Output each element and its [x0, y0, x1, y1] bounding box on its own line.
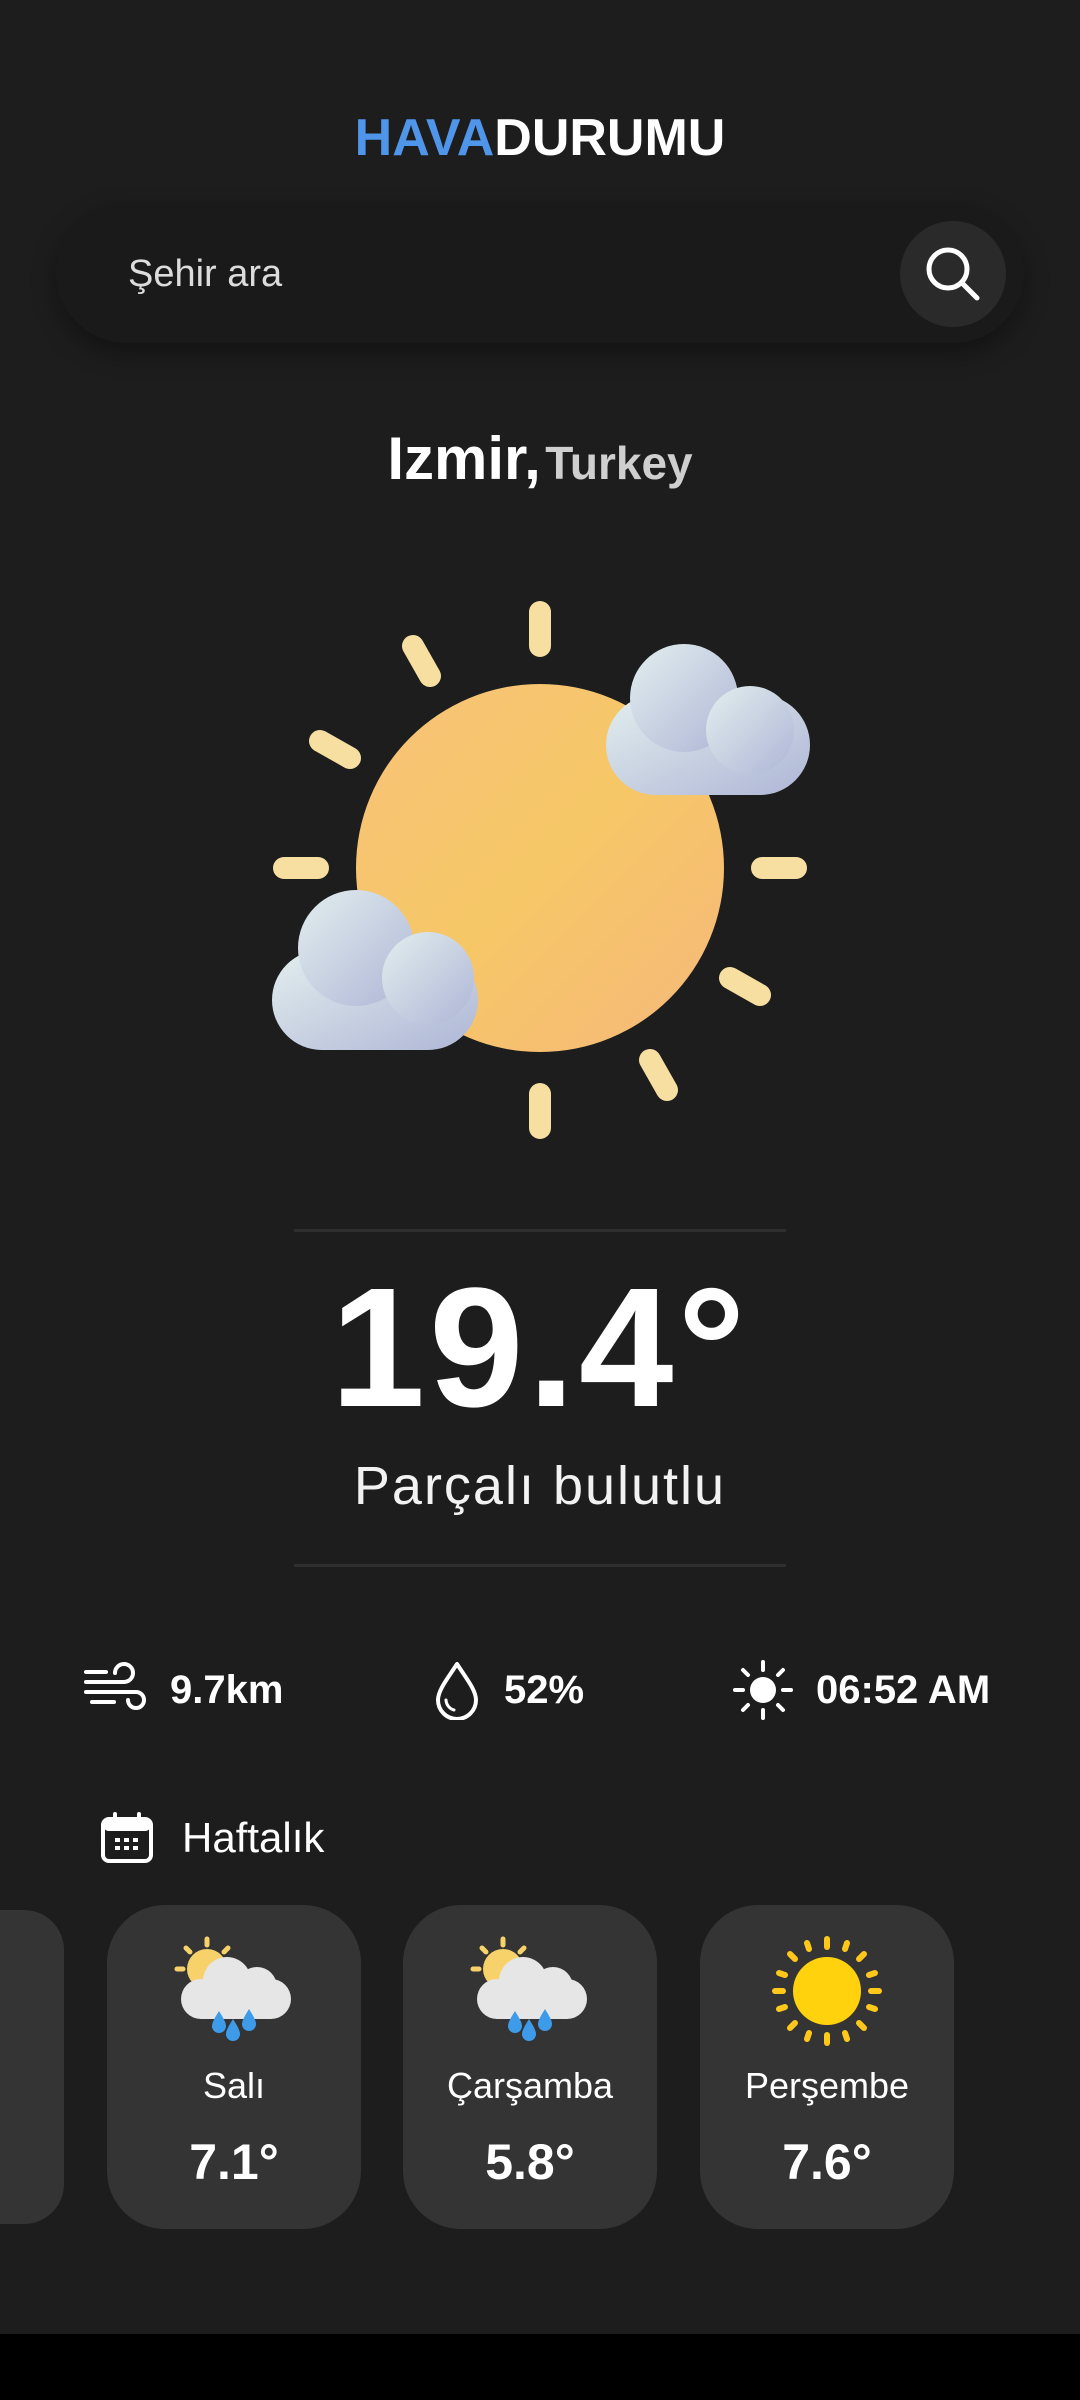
wind-stat: 9.7km [82, 1660, 283, 1720]
forecast-day: Çarşamba [446, 2065, 614, 2106]
sun-cloud-rain-icon [174, 1936, 291, 2041]
search-button[interactable] [900, 221, 1006, 327]
forecast-card[interactable]: Çarşamba 5.8° [403, 1905, 657, 2229]
wind-icon [84, 1662, 146, 1710]
humidity-value: 52% [504, 1667, 585, 1712]
divider-bottom [294, 1564, 786, 1567]
forecast-card-partial[interactable] [0, 1910, 64, 2224]
search-icon [926, 247, 980, 301]
sun-cloud-rain-icon [470, 1936, 587, 2041]
sun-icon [772, 1936, 882, 2046]
country-name: Turkey [545, 437, 693, 489]
sunrise-stat: 06:52 AM [732, 1660, 990, 1720]
forecast-card[interactable]: Salı 7.1° [107, 1905, 361, 2229]
forecast-card[interactable]: Perşembe 7.6° [700, 1905, 954, 2229]
app-title-part1: HAVA [354, 109, 495, 167]
weather-app: HAVADURUMU Izmir, Turkey [0, 0, 1080, 2334]
weather-condition: Parçalı bulutlu [353, 1456, 727, 1516]
water-drop-icon [436, 1662, 478, 1720]
app-title-part2: DURUMU [494, 109, 726, 167]
divider-top [294, 1229, 786, 1232]
sunrise-value: 06:52 AM [816, 1667, 991, 1712]
wind-value: 9.7km [170, 1667, 284, 1712]
app-title: HAVADURUMU [0, 108, 1080, 168]
sun-icon [733, 1660, 793, 1720]
forecast-temp: 5.8° [485, 2134, 575, 2190]
current-temperature: 19.4° [330, 1253, 750, 1443]
calendar-icon [101, 1812, 153, 1863]
weekly-label: Haftalık [182, 1814, 325, 1861]
system-navigation-bar [0, 2334, 1080, 2400]
forecast-day: Perşembe [744, 2065, 910, 2106]
location-label: Izmir, Turkey [0, 424, 1080, 493]
search-bar [56, 203, 1024, 343]
weekly-header: Haftalık [100, 1812, 324, 1864]
forecast-temp: 7.1° [189, 2134, 279, 2190]
forecast-day: Salı [202, 2065, 266, 2106]
city-name: Izmir, [387, 425, 541, 492]
sun-behind-clouds-icon [272, 601, 810, 1139]
search-input[interactable] [126, 241, 890, 307]
forecast-temp: 7.6° [782, 2134, 872, 2190]
humidity-stat: 52% [432, 1660, 584, 1720]
